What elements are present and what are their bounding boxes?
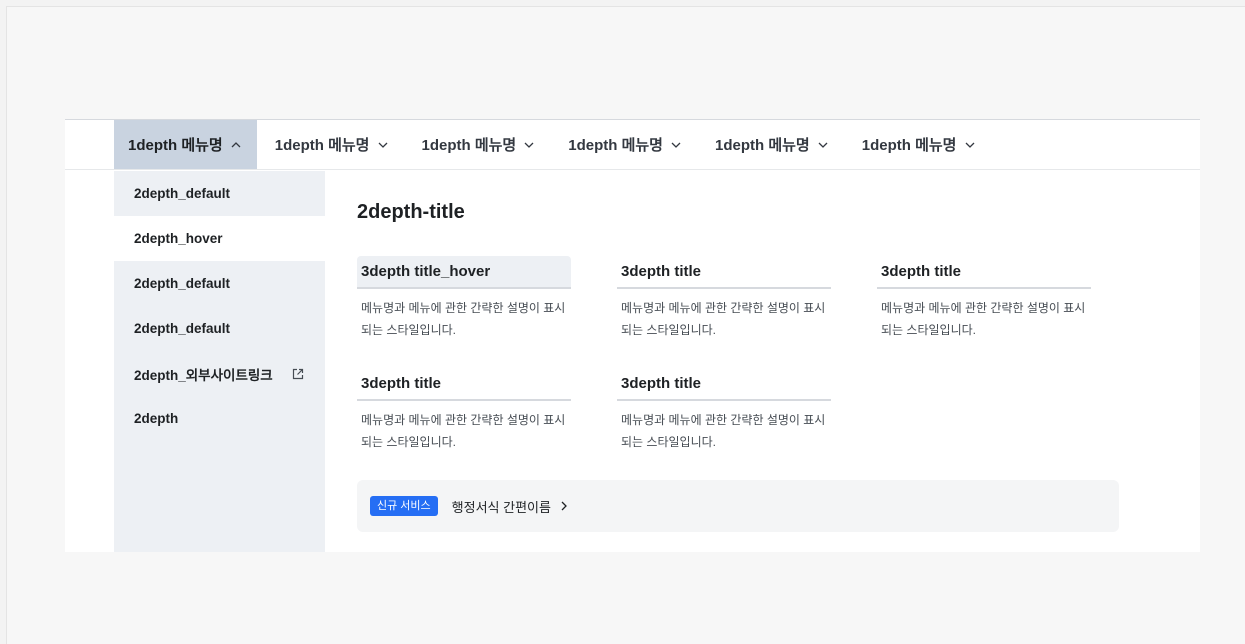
depth3-card[interactable]: 3depth title 메뉴명과 메뉴에 관한 간략한 설명이 표시되는 스타… (877, 256, 1091, 341)
new-service-badge: 신규 서비스 (370, 496, 438, 516)
depth3-description: 메뉴명과 메뉴에 관한 간략한 설명이 표시되는 스타일입니다. (361, 413, 566, 449)
depth3-description: 메뉴명과 메뉴에 관한 간략한 설명이 표시되는 스타일입니다. (621, 301, 826, 337)
depth3-description: 메뉴명과 메뉴에 관한 간략한 설명이 표시되는 스타일입니다. (621, 413, 826, 449)
depth3-title[interactable]: 3depth title_hover (357, 256, 571, 289)
depth3-title[interactable]: 3depth title (617, 368, 831, 401)
chevron-down-icon (816, 138, 830, 152)
new-service-banner: 신규 서비스 행정서식 간편이름 (357, 480, 1119, 532)
mega-menu: 1depth 메뉴명 1depth 메뉴명 1depth 메뉴명 1depth … (65, 119, 1200, 552)
sidebar-item-label: 2depth (134, 411, 179, 426)
chevron-down-icon (963, 138, 977, 152)
gnb-item-label: 1depth 메뉴명 (715, 137, 810, 154)
sidebar-item-label: 2depth_hover (134, 231, 223, 246)
depth3-title[interactable]: 3depth title (877, 256, 1091, 289)
chevron-down-icon (522, 138, 536, 152)
banner-link[interactable]: 행정서식 간편이름 (452, 497, 569, 516)
depth3-title[interactable]: 3depth title (357, 368, 571, 401)
chevron-up-icon (229, 138, 243, 152)
depth3-card[interactable]: 3depth title 메뉴명과 메뉴에 관한 간략한 설명이 표시되는 스타… (357, 368, 571, 453)
gnb-item-2[interactable]: 1depth 메뉴명 (261, 120, 404, 169)
depth3-title[interactable]: 3depth title (617, 256, 831, 289)
gnb-item-3[interactable]: 1depth 메뉴명 (408, 120, 551, 169)
depth3-card[interactable]: 3depth title_hover 메뉴명과 메뉴에 관한 간략한 설명이 표… (357, 256, 571, 341)
submenu-content: 2depth-title 3depth title_hover 메뉴명과 메뉴에… (357, 171, 1137, 552)
sidebar-item-default[interactable]: 2depth_default (114, 171, 325, 216)
sidebar-item-label: 2depth_외부사이트링크 (134, 367, 273, 383)
sidebar-item-external-link[interactable]: 2depth_외부사이트링크 (114, 351, 325, 396)
sidebar-item-default[interactable]: 2depth_default (114, 261, 325, 306)
external-link-icon (291, 367, 305, 381)
sidebar: 2depth_default 2depth_hover 2depth_defau… (114, 171, 325, 552)
sidebar-item-label: 2depth_default (134, 321, 231, 336)
depth3-card[interactable]: 3depth title 메뉴명과 메뉴에 관한 간략한 설명이 표시되는 스타… (617, 256, 831, 341)
page-canvas: 1depth 메뉴명 1depth 메뉴명 1depth 메뉴명 1depth … (6, 6, 1245, 644)
depth3-card[interactable]: 3depth title 메뉴명과 메뉴에 관한 간략한 설명이 표시되는 스타… (617, 368, 831, 453)
banner-link-label: 행정서식 간편이름 (451, 499, 551, 515)
chevron-right-icon (561, 501, 567, 511)
gnb-item-label: 1depth 메뉴명 (421, 137, 517, 154)
gnb-item-label: 1depth 메뉴명 (274, 137, 370, 154)
gnb-item-1[interactable]: 1depth 메뉴명 (114, 120, 257, 169)
gnb-item-label: 1depth 메뉴명 (861, 137, 957, 154)
chevron-down-icon (669, 138, 683, 152)
gnb-item-6[interactable]: 1depth 메뉴명 (848, 120, 991, 169)
gnb-item-label: 1depth 메뉴명 (568, 137, 663, 154)
sidebar-item-label: 2depth_default (134, 276, 231, 291)
gnb-item-5[interactable]: 1depth 메뉴명 (701, 120, 844, 169)
sidebar-item-hover[interactable]: 2depth_hover (114, 216, 325, 261)
gnb-bar: 1depth 메뉴명 1depth 메뉴명 1depth 메뉴명 1depth … (65, 120, 1200, 170)
sidebar-item-default[interactable]: 2depth_default (114, 306, 325, 351)
depth3-description: 메뉴명과 메뉴에 관한 간략한 설명이 표시되는 스타일입니다. (361, 301, 566, 337)
gnb-item-4[interactable]: 1depth 메뉴명 (554, 120, 697, 169)
gnb-item-label: 1depth 메뉴명 (128, 137, 223, 154)
chevron-down-icon (376, 138, 390, 152)
sidebar-item-plain[interactable]: 2depth (114, 396, 325, 441)
sidebar-item-label: 2depth_default (134, 186, 231, 201)
depth2-title: 2depth-title (357, 201, 465, 223)
depth3-description: 메뉴명과 메뉴에 관한 간략한 설명이 표시되는 스타일입니다. (881, 301, 1086, 337)
